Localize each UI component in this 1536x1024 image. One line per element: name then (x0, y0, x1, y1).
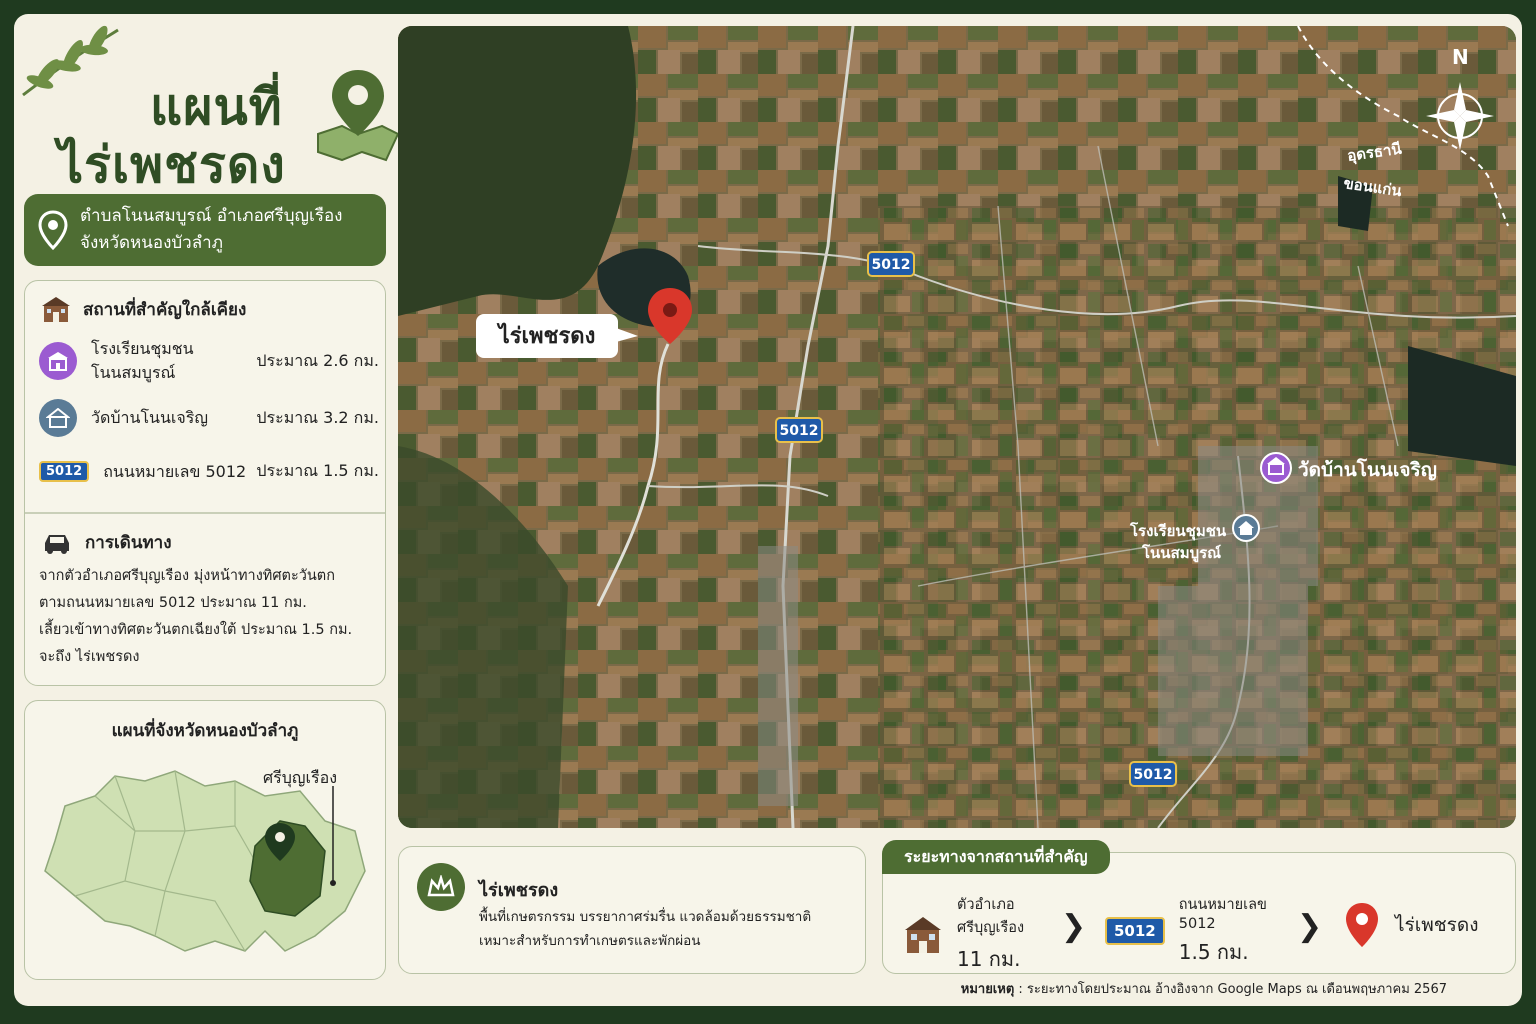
svg-text:5012: 5012 (1134, 767, 1173, 783)
road-badge: 5012 (775, 417, 823, 443)
school-label-line2: โนนสมบูรณ์ (1141, 543, 1221, 563)
travel-description: จากตัวอำเภอศรีบุญเรือง มุ่งหน้าทางทิศตะว… (39, 563, 379, 671)
province-map: ศรีบุญเรือง (44, 768, 366, 952)
government-building-icon (905, 917, 941, 953)
list-item: วัดบ้านโนนเจริญ ประมาณ 3.2 กม. (39, 399, 379, 437)
car-icon (45, 534, 69, 554)
road-badge: 5012 (1105, 916, 1165, 945)
address-line2: จังหวัดหนองบัวลำภู (80, 233, 223, 253)
district-label: ศรีบุญเรือง (263, 768, 337, 788)
province-map-card: แผนที่จังหวัดหนองบัวลำภู ศรีบุญเรือง (24, 700, 386, 980)
farm-info-line: พื้นที่เกษตรกรรม บรรยากาศร่มรื่น แวดล้อม… (479, 909, 812, 925)
travel-heading-text: การเดินทาง (85, 533, 172, 553)
road-badge: 5012 (1129, 761, 1177, 787)
nearby-card: สถานที่สำคัญใกล้เคียง โรงเรียนชุมชน โนนส… (24, 280, 386, 686)
step2-line2: 5012 (1178, 916, 1216, 932)
poster-sheet: แผนที่ ไร่เพชรดง ตำบลโนนสมบูรณ์ อำเภอศรี… (14, 14, 1522, 1006)
compass-north-label: N (1452, 45, 1469, 69)
map-pin-icon (317, 70, 400, 162)
school-label-line1: โรงเรียนชุมชน (1129, 521, 1227, 541)
step1-line1: ตัวอำเภอ (957, 897, 1015, 913)
nearby-heading: สถานที่สำคัญใกล้เคียง (41, 295, 246, 323)
divider (25, 512, 385, 514)
province-map-title: แผนที่จังหวัดหนองบัวลำภู (111, 721, 299, 741)
svg-text:5012: 5012 (780, 423, 819, 439)
temple-marker-icon[interactable] (1260, 452, 1292, 484)
chevron-right-icon: ❯ (1297, 909, 1323, 944)
nearby-name: ถนนหมายเลข 5012 (103, 461, 247, 481)
chevron-right-icon: ❯ (1061, 909, 1087, 944)
travel-line: ตามถนนหมายเลข 5012 ประมาณ 11 กม. (39, 595, 307, 611)
distance-section-heading: ระยะทางจากสถานที่สำคัญ (882, 840, 1110, 874)
temple-label: วัดบ้านโนนเจริญ (1298, 458, 1437, 481)
address-line1: ตำบลโนนสมบูรณ์ อำเภอศรีบุญเรือง (80, 206, 343, 226)
location-pin-icon (38, 210, 68, 250)
nearby-name: โรงเรียนชุมชน (91, 339, 194, 358)
step2-line1: ถนนหมายเลข (1178, 897, 1267, 913)
leaf-icon (22, 25, 119, 97)
step2-distance: 1.5 กม. (1178, 940, 1249, 964)
road-badge: 5012 (867, 251, 915, 277)
distance-step-district: ตัวอำเภอ ศรีบุญเรือง 11 กม. (903, 893, 1024, 975)
footnote-label: หมายเหตุ (960, 982, 1015, 997)
satellite-map: N อุดรธานี ขอนแก่น 5012 5012 5012 ไร่เพช… (398, 26, 1516, 828)
list-item: โรงเรียนชุมชน โนนสมบูรณ์ ประมาณ 2.6 กม. (39, 337, 379, 385)
map-canvas: N อุดรธานี ขอนแก่น 5012 5012 5012 ไร่เพช… (398, 26, 1516, 828)
distance-step-farm: ไร่เพชรดง (1343, 901, 1479, 949)
nearby-distance: ประมาณ 1.5 กม. (256, 461, 379, 480)
building-icon (42, 297, 70, 322)
list-item: 5012 ถนนหมายเลข 5012 ประมาณ 1.5 กม. (39, 459, 379, 484)
svg-text:ไร่เพชรดง: ไร่เพชรดง (497, 322, 596, 349)
farm-info-title: ไร่เพชรดง (479, 880, 559, 901)
school-marker-icon[interactable] (1232, 514, 1260, 542)
travel-heading: การเดินทาง (41, 529, 172, 556)
travel-line: จะถึง ไร่เพชรดง (39, 649, 140, 665)
nearby-heading-text: สถานที่สำคัญใกล้เคียง (83, 299, 247, 320)
temple-icon (39, 399, 77, 437)
school-icon (39, 342, 77, 380)
farm-crown-icon (417, 863, 465, 911)
travel-line: จากตัวอำเภอศรีบุญเรือง มุ่งหน้าทางทิศตะว… (39, 568, 335, 584)
step1-line2: ศรีบุญเรือง (957, 920, 1025, 936)
step3-label: ไร่เพชรดง (1395, 914, 1479, 936)
farm-info-card: ไร่เพชรดง พื้นที่เกษตรกรรม บรรยากาศร่มรื… (398, 846, 866, 974)
svg-text:5012: 5012 (872, 257, 911, 273)
road-badge: 5012 (39, 461, 90, 482)
footnote: หมายเหตุ : ระยะทางโดยประมาณ อ้างอิงจาก G… (961, 978, 1447, 999)
farm-info-line: เหมาะสำหรับการทำเกษตรและพักผ่อน (479, 933, 701, 949)
farm-label: ไร่เพชรดง (476, 314, 638, 358)
farm-info-description: พื้นที่เกษตรกรรม บรรยากาศร่มรื่น แวดล้อม… (479, 905, 859, 953)
footnote-text: : ระยะทางโดยประมาณ อ้างอิงจาก Google Map… (1014, 982, 1447, 997)
nearby-name-2: โนนสมบูรณ์ (91, 363, 176, 382)
address-banner: ตำบลโนนสมบูรณ์ อำเภอศรีบุญเรือง จังหวัดห… (24, 194, 386, 266)
nearby-distance: ประมาณ 3.2 กม. (256, 407, 379, 427)
map-pin-icon (1346, 903, 1378, 947)
travel-line: เลี้ยวเข้าทางทิศตะวันตกเฉียงใต้ ประมาณ 1… (39, 622, 353, 638)
nearby-name: วัดบ้านโนนเจริญ (91, 408, 208, 427)
nearby-distance: ประมาณ 2.6 กม. (256, 350, 379, 370)
step1-distance: 11 กม. (957, 947, 1021, 971)
distance-step-road: 5012 ถนนหมายเลข 5012 1.5 กม. (1105, 893, 1267, 968)
